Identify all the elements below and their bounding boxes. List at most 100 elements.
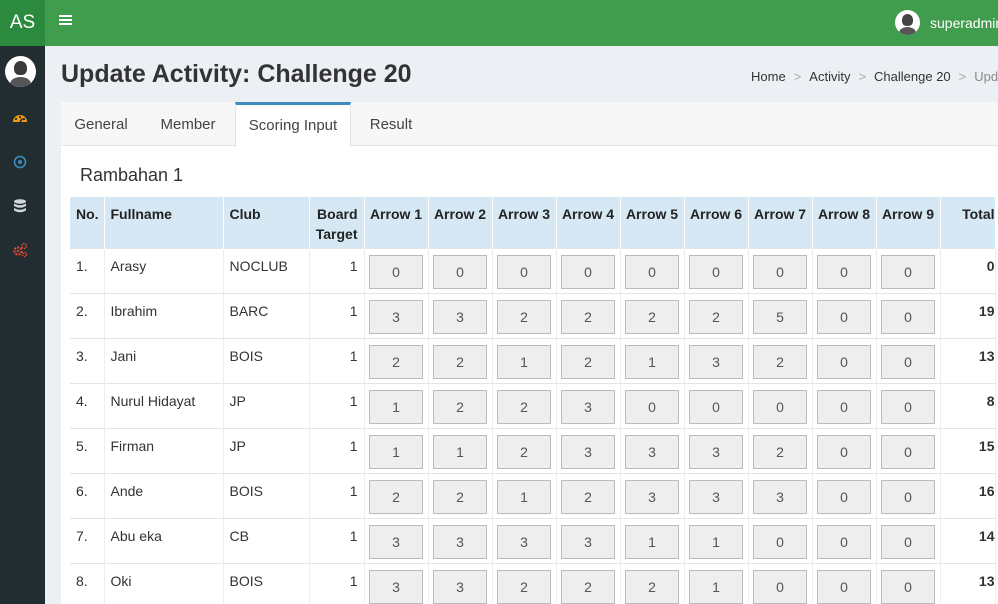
database-icon[interactable] <box>12 198 28 214</box>
arrow-5-score-input[interactable]: 2 <box>625 569 679 604</box>
arrow-2-score-input[interactable]: 2 <box>433 389 487 424</box>
arrow-5-score-input[interactable]: 3 <box>625 479 679 514</box>
arrow-9-cell: 0 <box>876 427 941 473</box>
arrow-4-score-input[interactable]: 3 <box>561 389 615 424</box>
arrow-1-score-input[interactable]: 3 <box>369 569 423 604</box>
breadcrumb-activity[interactable]: Activity <box>809 69 850 84</box>
arrow-7-cell: 0 <box>748 247 813 293</box>
arrow-3-score-input[interactable]: 2 <box>497 299 551 334</box>
arrow-3-score-input[interactable]: 1 <box>497 344 551 379</box>
arrow-2-score-input[interactable]: 2 <box>433 479 487 514</box>
arrow-1-score-input[interactable]: 3 <box>369 524 423 559</box>
breadcrumb-challenge[interactable]: Challenge 20 <box>874 69 951 84</box>
arrow-8-score-input[interactable]: 0 <box>817 389 871 424</box>
arrow-8-cell: 0 <box>812 382 877 428</box>
header-board-target: Board Target <box>309 197 365 248</box>
arrow-7-score-input[interactable]: 3 <box>753 479 807 514</box>
arrow-1-score-input[interactable]: 2 <box>369 479 423 514</box>
arrow-7-score-input[interactable]: 2 <box>753 344 807 379</box>
arrow-5-score-input[interactable]: 3 <box>625 434 679 469</box>
arrow-9-score-input[interactable]: 0 <box>881 299 935 334</box>
arrow-8-cell: 0 <box>812 517 877 563</box>
row-total: 15 <box>940 427 996 473</box>
sidebar-avatar <box>5 56 36 87</box>
member-club: BARC <box>223 292 310 338</box>
arrow-7-score-input[interactable]: 5 <box>753 299 807 334</box>
tab-scoring-input[interactable]: Scoring Input <box>235 102 351 147</box>
arrow-8-score-input[interactable]: 0 <box>817 434 871 469</box>
arrow-7-score-input[interactable]: 0 <box>753 254 807 289</box>
arrow-2-score-input[interactable]: 0 <box>433 254 487 289</box>
arrow-6-score-input[interactable]: 0 <box>689 389 743 424</box>
arrow-4-score-input[interactable]: 3 <box>561 434 615 469</box>
arrow-2-score-input[interactable]: 3 <box>433 299 487 334</box>
arrow-6-score-input[interactable]: 3 <box>689 344 743 379</box>
arrow-3-score-input[interactable]: 1 <box>497 479 551 514</box>
tab-general[interactable]: General <box>61 102 141 146</box>
arrow-4-score-input[interactable]: 3 <box>561 524 615 559</box>
arrow-3-score-input[interactable]: 2 <box>497 434 551 469</box>
member-club: JP <box>223 427 310 473</box>
arrow-8-score-input[interactable]: 0 <box>817 254 871 289</box>
arrow-9-cell: 0 <box>876 472 941 518</box>
arrow-1-score-input[interactable]: 2 <box>369 344 423 379</box>
arrow-7-score-input[interactable]: 0 <box>753 524 807 559</box>
arrow-9-cell: 0 <box>876 562 941 604</box>
dashboard-icon[interactable] <box>12 110 28 126</box>
arrow-4-score-input[interactable]: 2 <box>561 569 615 604</box>
arrow-4-score-input[interactable]: 0 <box>561 254 615 289</box>
arrow-8-score-input[interactable]: 0 <box>817 479 871 514</box>
arrow-4-score-input[interactable]: 2 <box>561 344 615 379</box>
arrow-6-score-input[interactable]: 1 <box>689 569 743 604</box>
user-menu[interactable]: superadmin <box>895 10 998 35</box>
board-target: 1 <box>309 382 365 428</box>
arrow-2-score-input[interactable]: 2 <box>433 344 487 379</box>
arrow-5-score-input[interactable]: 1 <box>625 344 679 379</box>
arrow-1-score-input[interactable]: 1 <box>369 434 423 469</box>
arrow-8-score-input[interactable]: 0 <box>817 569 871 604</box>
arrow-3-score-input[interactable]: 0 <box>497 254 551 289</box>
arrow-8-score-input[interactable]: 0 <box>817 524 871 559</box>
arrow-1-score-input[interactable]: 3 <box>369 299 423 334</box>
arrow-2-score-input[interactable]: 3 <box>433 569 487 604</box>
arrow-6-score-input[interactable]: 0 <box>689 254 743 289</box>
arrow-2-score-input[interactable]: 3 <box>433 524 487 559</box>
arrow-7-score-input[interactable]: 0 <box>753 569 807 604</box>
arrow-3-score-input[interactable]: 2 <box>497 389 551 424</box>
arrow-6-score-input[interactable]: 1 <box>689 524 743 559</box>
arrow-9-score-input[interactable]: 0 <box>881 434 935 469</box>
arrow-2-score-input[interactable]: 1 <box>433 434 487 469</box>
arrow-9-score-input[interactable]: 0 <box>881 524 935 559</box>
arrow-7-score-input[interactable]: 0 <box>753 389 807 424</box>
arrow-8-score-input[interactable]: 0 <box>817 344 871 379</box>
arrow-6-score-input[interactable]: 3 <box>689 434 743 469</box>
arrow-7-score-input[interactable]: 2 <box>753 434 807 469</box>
arrow-4-score-input[interactable]: 2 <box>561 299 615 334</box>
arrow-1-score-input[interactable]: 1 <box>369 389 423 424</box>
menu-toggle-icon[interactable] <box>59 14 73 26</box>
breadcrumb-home[interactable]: Home <box>751 69 786 84</box>
arrow-9-score-input[interactable]: 0 <box>881 389 935 424</box>
cogs-icon[interactable] <box>12 242 28 258</box>
arrow-5-score-input[interactable]: 0 <box>625 389 679 424</box>
arrow-9-cell: 0 <box>876 337 941 383</box>
tab-member[interactable]: Member <box>151 102 225 146</box>
arrow-4-score-input[interactable]: 2 <box>561 479 615 514</box>
arrow-6-score-input[interactable]: 2 <box>689 299 743 334</box>
target-icon[interactable] <box>12 154 28 170</box>
arrow-5-score-input[interactable]: 0 <box>625 254 679 289</box>
arrow-5-score-input[interactable]: 1 <box>625 524 679 559</box>
app-logo[interactable]: AS <box>0 0 45 46</box>
arrow-9-score-input[interactable]: 0 <box>881 479 935 514</box>
arrow-8-score-input[interactable]: 0 <box>817 299 871 334</box>
arrow-3-score-input[interactable]: 2 <box>497 569 551 604</box>
arrow-5-score-input[interactable]: 2 <box>625 299 679 334</box>
tab-result[interactable]: Result <box>361 102 421 146</box>
member-club: JP <box>223 382 310 428</box>
arrow-3-score-input[interactable]: 3 <box>497 524 551 559</box>
arrow-6-score-input[interactable]: 3 <box>689 479 743 514</box>
arrow-9-score-input[interactable]: 0 <box>881 254 935 289</box>
arrow-9-score-input[interactable]: 0 <box>881 569 935 604</box>
arrow-1-score-input[interactable]: 0 <box>369 254 423 289</box>
arrow-9-score-input[interactable]: 0 <box>881 344 935 379</box>
